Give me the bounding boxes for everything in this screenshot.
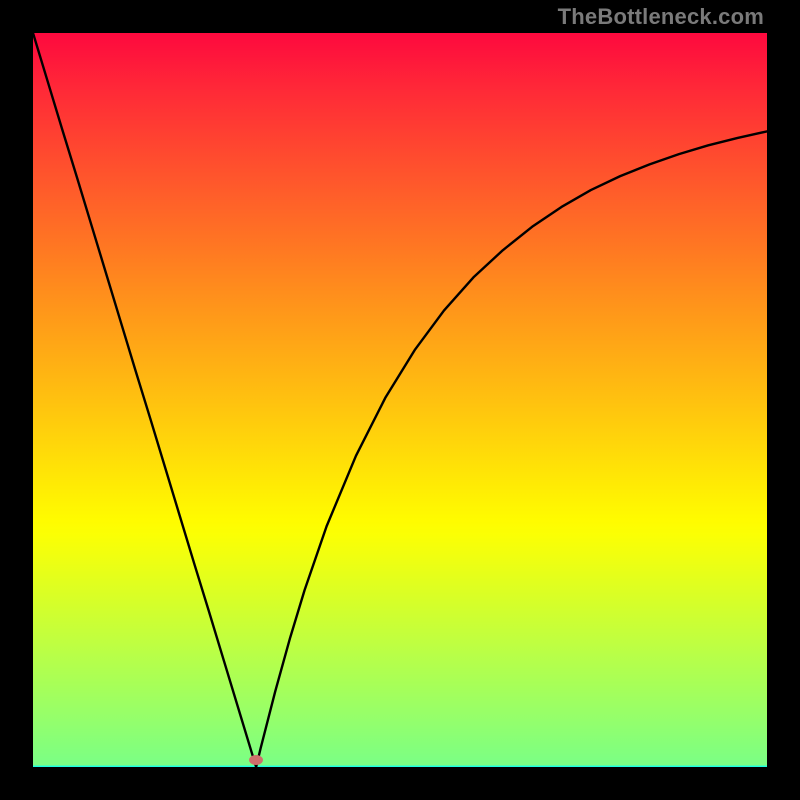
optimum-marker [249,755,263,765]
plot-area [33,33,767,767]
chart-frame: TheBottleneck.com [0,0,800,800]
bottleneck-curve [33,33,767,767]
watermark-text: TheBottleneck.com [558,4,764,30]
